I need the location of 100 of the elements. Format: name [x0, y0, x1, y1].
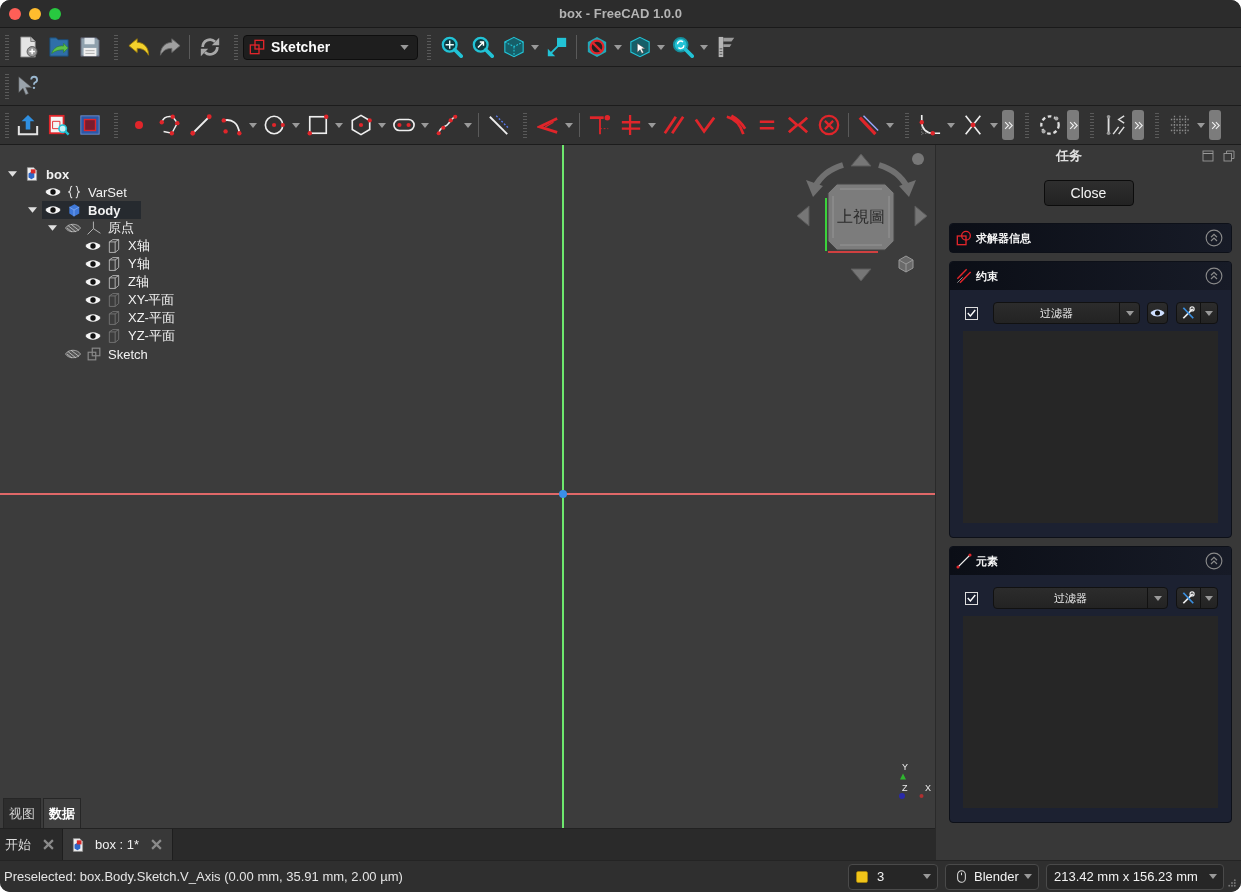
- close-button[interactable]: Close: [1043, 180, 1134, 206]
- folder-arrow-icon[interactable]: [47, 36, 70, 58]
- document-tab[interactable]: box : 1*: [62, 829, 174, 860]
- arrow-right-icon[interactable]: [914, 205, 928, 227]
- caret-down-icon[interactable]: [464, 122, 472, 128]
- tree-item[interactable]: Sketch: [62, 345, 168, 363]
- dashed-circle-icon[interactable]: [1038, 114, 1061, 136]
- eye-icon[interactable]: [85, 295, 101, 305]
- double-chevron-up-icon[interactable]: [1205, 229, 1223, 247]
- rectangle-icon[interactable]: [306, 114, 329, 136]
- caret-down-icon[interactable]: [378, 122, 386, 128]
- hexagon-icon[interactable]: [349, 114, 372, 136]
- cube-cursor-icon[interactable]: [628, 36, 651, 58]
- caret-down-icon[interactable]: [657, 44, 665, 50]
- cross-lines-icon[interactable]: [619, 114, 642, 136]
- minimize-window-button[interactable]: [29, 7, 41, 20]
- eye-icon[interactable]: [85, 331, 101, 341]
- framed-square-icon[interactable]: [78, 114, 101, 136]
- point-icon[interactable]: [134, 121, 143, 129]
- close-icon[interactable]: [43, 839, 54, 850]
- tree-item[interactable]: Z轴: [82, 273, 169, 291]
- fillet-icon[interactable]: [918, 114, 941, 136]
- caret-down-icon[interactable]: [700, 44, 708, 50]
- caret-down-icon[interactable]: [947, 122, 955, 128]
- caret-down-icon[interactable]: [648, 122, 656, 128]
- panel-tab[interactable]: 视图: [3, 798, 41, 828]
- toolbar-handle[interactable]: [523, 112, 527, 138]
- construction-line-icon[interactable]: [487, 114, 510, 136]
- no-entry-icon[interactable]: [585, 36, 608, 58]
- tools-dropdown-button[interactable]: [1176, 587, 1218, 609]
- cube-face[interactable]: [827, 183, 895, 251]
- toolbar-extension-button[interactable]: [1002, 110, 1014, 140]
- magnifier-arrow-icon[interactable]: [471, 36, 494, 58]
- close-icon[interactable]: [151, 839, 163, 850]
- arrow-up-icon[interactable]: [850, 153, 872, 167]
- eye-icon[interactable]: [85, 241, 101, 251]
- visibility-button[interactable]: [1147, 302, 1168, 324]
- circle-icon[interactable]: [263, 114, 286, 136]
- isometric-cube-icon[interactable]: [502, 36, 525, 58]
- toolbar-extension-button[interactable]: [1209, 110, 1221, 140]
- point-on-line-icon[interactable]: [588, 114, 611, 136]
- eye-icon[interactable]: [85, 313, 101, 323]
- tree-item[interactable]: 原点: [62, 219, 154, 237]
- tree-item[interactable]: Body: [42, 201, 141, 219]
- hatched-eye-icon[interactable]: [65, 223, 81, 233]
- overlapping-windows-icon[interactable]: [1223, 150, 1235, 162]
- double-chevron-up-icon[interactable]: [1205, 552, 1223, 570]
- toolbar-extension-button[interactable]: [1067, 110, 1079, 140]
- magnifier-refresh-icon[interactable]: [671, 36, 694, 58]
- equal-sign-icon[interactable]: [758, 120, 775, 130]
- tree-item[interactable]: Y轴: [82, 255, 170, 273]
- notification-dropdown[interactable]: 3: [848, 863, 938, 890]
- spline-icon[interactable]: [435, 114, 458, 136]
- caret-down-icon[interactable]: [292, 122, 300, 128]
- caret-down-icon[interactable]: [565, 122, 573, 128]
- checkbox[interactable]: [965, 306, 978, 320]
- document-tab[interactable]: 开始: [0, 829, 62, 860]
- tree-item[interactable]: XY-平面: [82, 291, 195, 309]
- rotate-left-icon[interactable]: [806, 162, 844, 197]
- tangent-curves-icon[interactable]: [724, 114, 747, 136]
- caret-down-icon[interactable]: [1197, 122, 1205, 128]
- caret-down-icon[interactable]: [47, 225, 57, 231]
- toolbar-handle[interactable]: [1090, 112, 1094, 138]
- toolbar-handle[interactable]: [234, 34, 238, 60]
- tree-item[interactable]: VarSet: [42, 183, 147, 201]
- filter-dropdown[interactable]: 过滤器: [993, 587, 1168, 609]
- window-icon[interactable]: [1202, 150, 1214, 162]
- line-icon[interactable]: [189, 114, 212, 136]
- upload-arrow-icon[interactable]: [16, 114, 39, 136]
- caret-down-icon[interactable]: [990, 122, 998, 128]
- undo-arrow-icon[interactable]: [127, 36, 150, 58]
- toolbar-handle[interactable]: [5, 112, 9, 138]
- rotate-right-icon[interactable]: [878, 162, 916, 197]
- redo-arrow-icon[interactable]: [158, 36, 181, 58]
- arrow-down-icon[interactable]: [850, 268, 872, 282]
- hatched-eye-icon[interactable]: [65, 349, 81, 359]
- toolbar-handle[interactable]: [114, 112, 118, 138]
- perpendicular-icon[interactable]: [693, 114, 716, 136]
- eye-icon[interactable]: [45, 187, 61, 197]
- resize-grip-icon[interactable]: [1228, 878, 1236, 887]
- refresh-icon[interactable]: [198, 36, 221, 58]
- filter-dropdown[interactable]: 过滤器: [993, 302, 1140, 324]
- toolbar-extension-button[interactable]: [1132, 110, 1144, 140]
- tree-item[interactable]: X轴: [82, 237, 170, 255]
- caret-down-icon[interactable]: [421, 122, 429, 128]
- eye-icon[interactable]: [85, 277, 101, 287]
- eye-icon[interactable]: [85, 259, 101, 269]
- checkbox[interactable]: [965, 591, 978, 605]
- toolbar-handle[interactable]: [5, 34, 9, 60]
- eye-icon[interactable]: [45, 205, 61, 215]
- close-window-button[interactable]: [9, 7, 21, 20]
- angle-lines-icon[interactable]: [536, 114, 559, 136]
- circle-dot-icon[interactable]: [912, 153, 924, 165]
- tree-item[interactable]: YZ-平面: [82, 327, 195, 345]
- zoom-window-button[interactable]: [49, 7, 61, 20]
- caret-down-icon[interactable]: [531, 44, 539, 50]
- navigation-style-dropdown[interactable]: Blender: [945, 863, 1039, 890]
- tree-item[interactable]: XZ-平面: [82, 309, 195, 327]
- circle-x-icon[interactable]: [817, 114, 840, 136]
- toolbar-handle[interactable]: [114, 34, 118, 60]
